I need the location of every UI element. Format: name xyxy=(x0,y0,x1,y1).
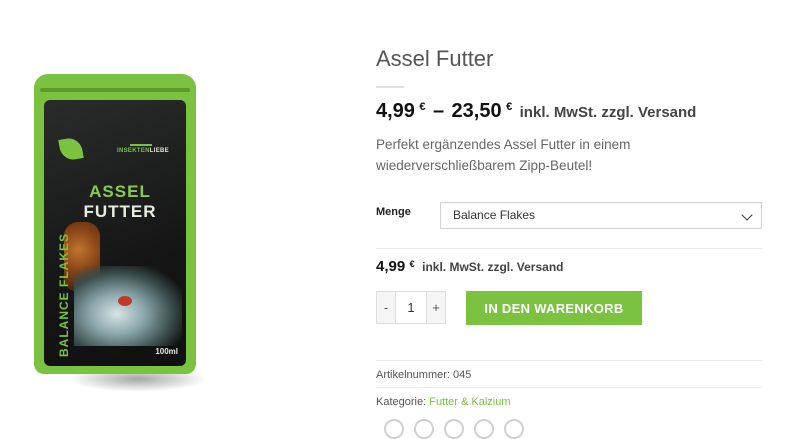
product-description: Perfekt ergänzendes Assel Futter in eine… xyxy=(376,137,631,173)
price-range: 4,99 € – 23,50 € inkl. MwSt. zzgl. Versa… xyxy=(376,100,696,123)
quantity-minus-button[interactable]: - xyxy=(376,291,396,324)
currency-symbol: € xyxy=(419,101,426,113)
product-pouch: INSEKTENLIEBE ASSEL FUTTER BALANCE FLAKE… xyxy=(34,74,196,374)
share-icon[interactable] xyxy=(504,419,524,439)
package-brand: INSEKTENLIEBE xyxy=(117,148,169,154)
price-min: 4,99 xyxy=(376,100,415,122)
variation-price-amount: 4,99 xyxy=(376,258,406,275)
variation-select[interactable]: Balance Flakes xyxy=(440,202,762,229)
isopod-scene-image xyxy=(74,266,182,346)
category: Kategorie: Futter & Kalzium xyxy=(376,396,511,408)
sku-label: Artikelnummer: xyxy=(376,369,450,381)
currency-symbol: € xyxy=(506,101,513,113)
brand-logo-icon xyxy=(130,130,152,146)
category-link[interactable]: Futter & Kalzium xyxy=(429,396,510,408)
package-side-text: BALANCE FLAKES xyxy=(57,233,71,357)
package-title: ASSEL FUTTER xyxy=(83,182,157,221)
share-icons xyxy=(384,419,524,439)
share-icon[interactable] xyxy=(384,419,404,439)
package-volume: 100ml xyxy=(155,347,178,356)
share-icon[interactable] xyxy=(474,419,494,439)
tax-note: inkl. MwSt. zzgl. Versand xyxy=(422,260,564,274)
category-label: Kategorie: xyxy=(376,396,427,408)
title-divider xyxy=(376,86,404,88)
variation-label: Menge xyxy=(376,206,411,218)
variation-price: 4,99 € inkl. MwSt. zzgl. Versand xyxy=(376,258,564,276)
sku: Artikelnummer: 045 xyxy=(376,369,471,381)
quantity-input[interactable]: 1 xyxy=(396,291,426,324)
price-separator: – xyxy=(432,100,445,122)
share-icon[interactable] xyxy=(414,419,434,439)
zip-seal xyxy=(40,88,190,92)
leaf-icon xyxy=(58,136,84,162)
divider xyxy=(376,387,762,388)
isopod-image xyxy=(118,296,132,306)
add-to-cart-button[interactable]: IN DEN WARENKORB xyxy=(466,291,642,325)
divider xyxy=(376,248,762,249)
variation-selected-value: Balance Flakes xyxy=(453,208,536,222)
product-image[interactable]: INSEKTENLIEBE ASSEL FUTTER BALANCE FLAKE… xyxy=(28,70,208,392)
price-max: 23,50 xyxy=(451,100,502,122)
currency-symbol: € xyxy=(409,259,415,269)
chevron-down-icon xyxy=(741,209,753,221)
product-title: Assel Futter xyxy=(376,46,494,71)
quantity-plus-button[interactable]: + xyxy=(426,291,446,324)
sku-value: 045 xyxy=(453,369,472,381)
tax-note: inkl. MwSt. zzgl. Versand xyxy=(519,104,697,121)
divider xyxy=(376,360,762,361)
share-icon[interactable] xyxy=(444,419,464,439)
quantity-stepper: - 1 + xyxy=(376,291,446,324)
pouch-label: INSEKTENLIEBE ASSEL FUTTER BALANCE FLAKE… xyxy=(44,100,186,366)
